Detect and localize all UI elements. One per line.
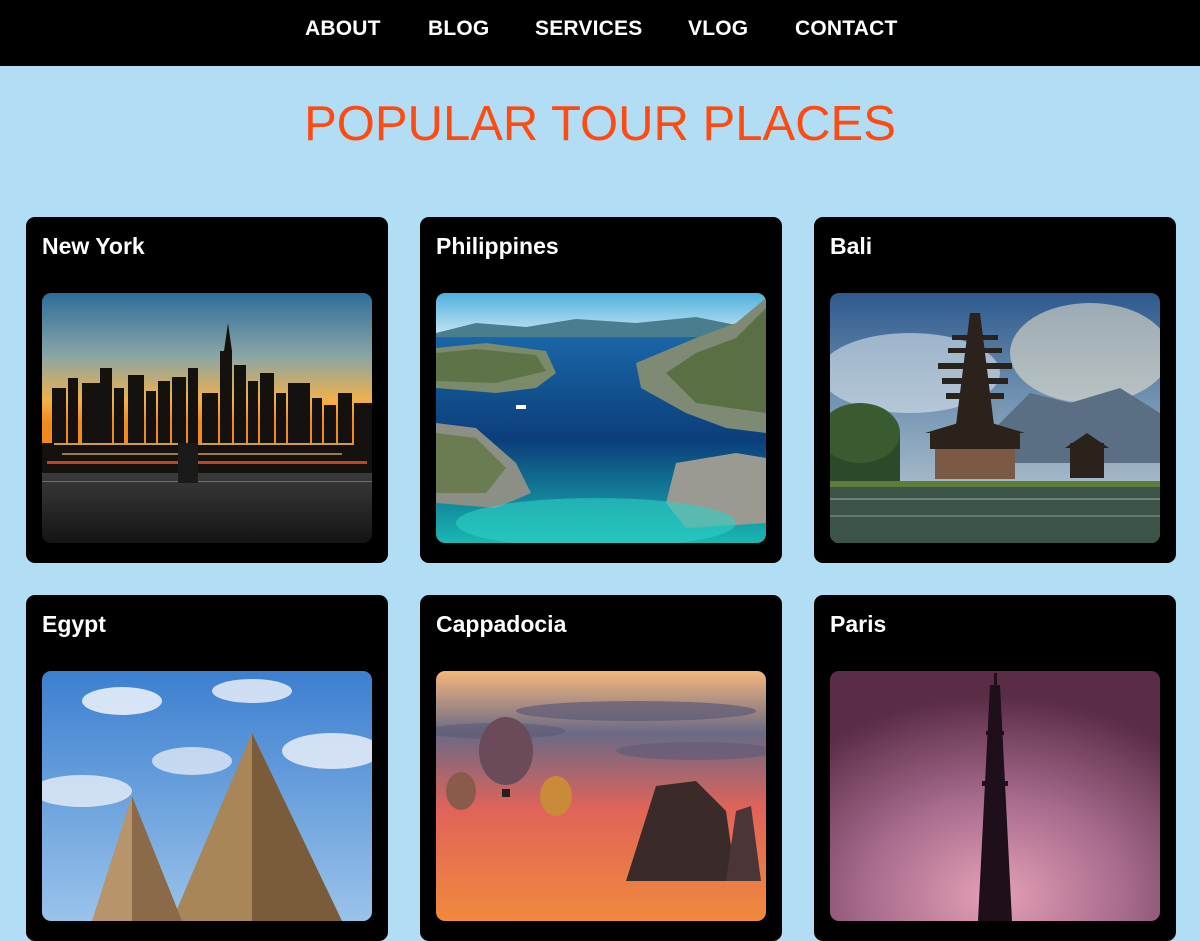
card-title: Paris [830, 611, 887, 637]
tropical-lagoon-photo [436, 293, 766, 543]
page-title: POPULAR TOUR PLACES [304, 97, 896, 151]
nav-vlog-link[interactable]: VLOG [688, 17, 748, 41]
nav-contact-link[interactable]: CONTACT [795, 17, 898, 41]
card-title: Egypt [42, 611, 106, 637]
tour-card-bali[interactable]: Bali [814, 217, 1176, 563]
card-title: Bali [830, 233, 873, 259]
tour-card-cappadocia[interactable]: Cappadocia [420, 595, 782, 941]
tour-card-philippines[interactable]: Philippines [420, 217, 782, 563]
card-title: New York [42, 233, 145, 259]
hot-air-balloons-photo [436, 671, 766, 921]
tour-card-new-york[interactable]: New York [26, 217, 388, 563]
tour-card-egypt[interactable]: Egypt [26, 595, 388, 941]
top-navigation: ABOUT BLOG SERVICES VLOG CONTACT [0, 0, 1200, 66]
city-skyline-photo [42, 293, 372, 543]
nav-services-link[interactable]: SERVICES [535, 17, 642, 41]
nav-blog-link[interactable]: BLOG [428, 17, 489, 41]
pyramids-photo [42, 671, 372, 921]
pagoda-temple-photo [830, 293, 1160, 543]
tour-card-paris[interactable]: Paris [814, 595, 1176, 941]
nav-about-link[interactable]: ABOUT [305, 17, 381, 41]
eiffel-tower-photo [830, 671, 1160, 921]
card-title: Cappadocia [436, 611, 567, 637]
card-title: Philippines [436, 233, 559, 259]
